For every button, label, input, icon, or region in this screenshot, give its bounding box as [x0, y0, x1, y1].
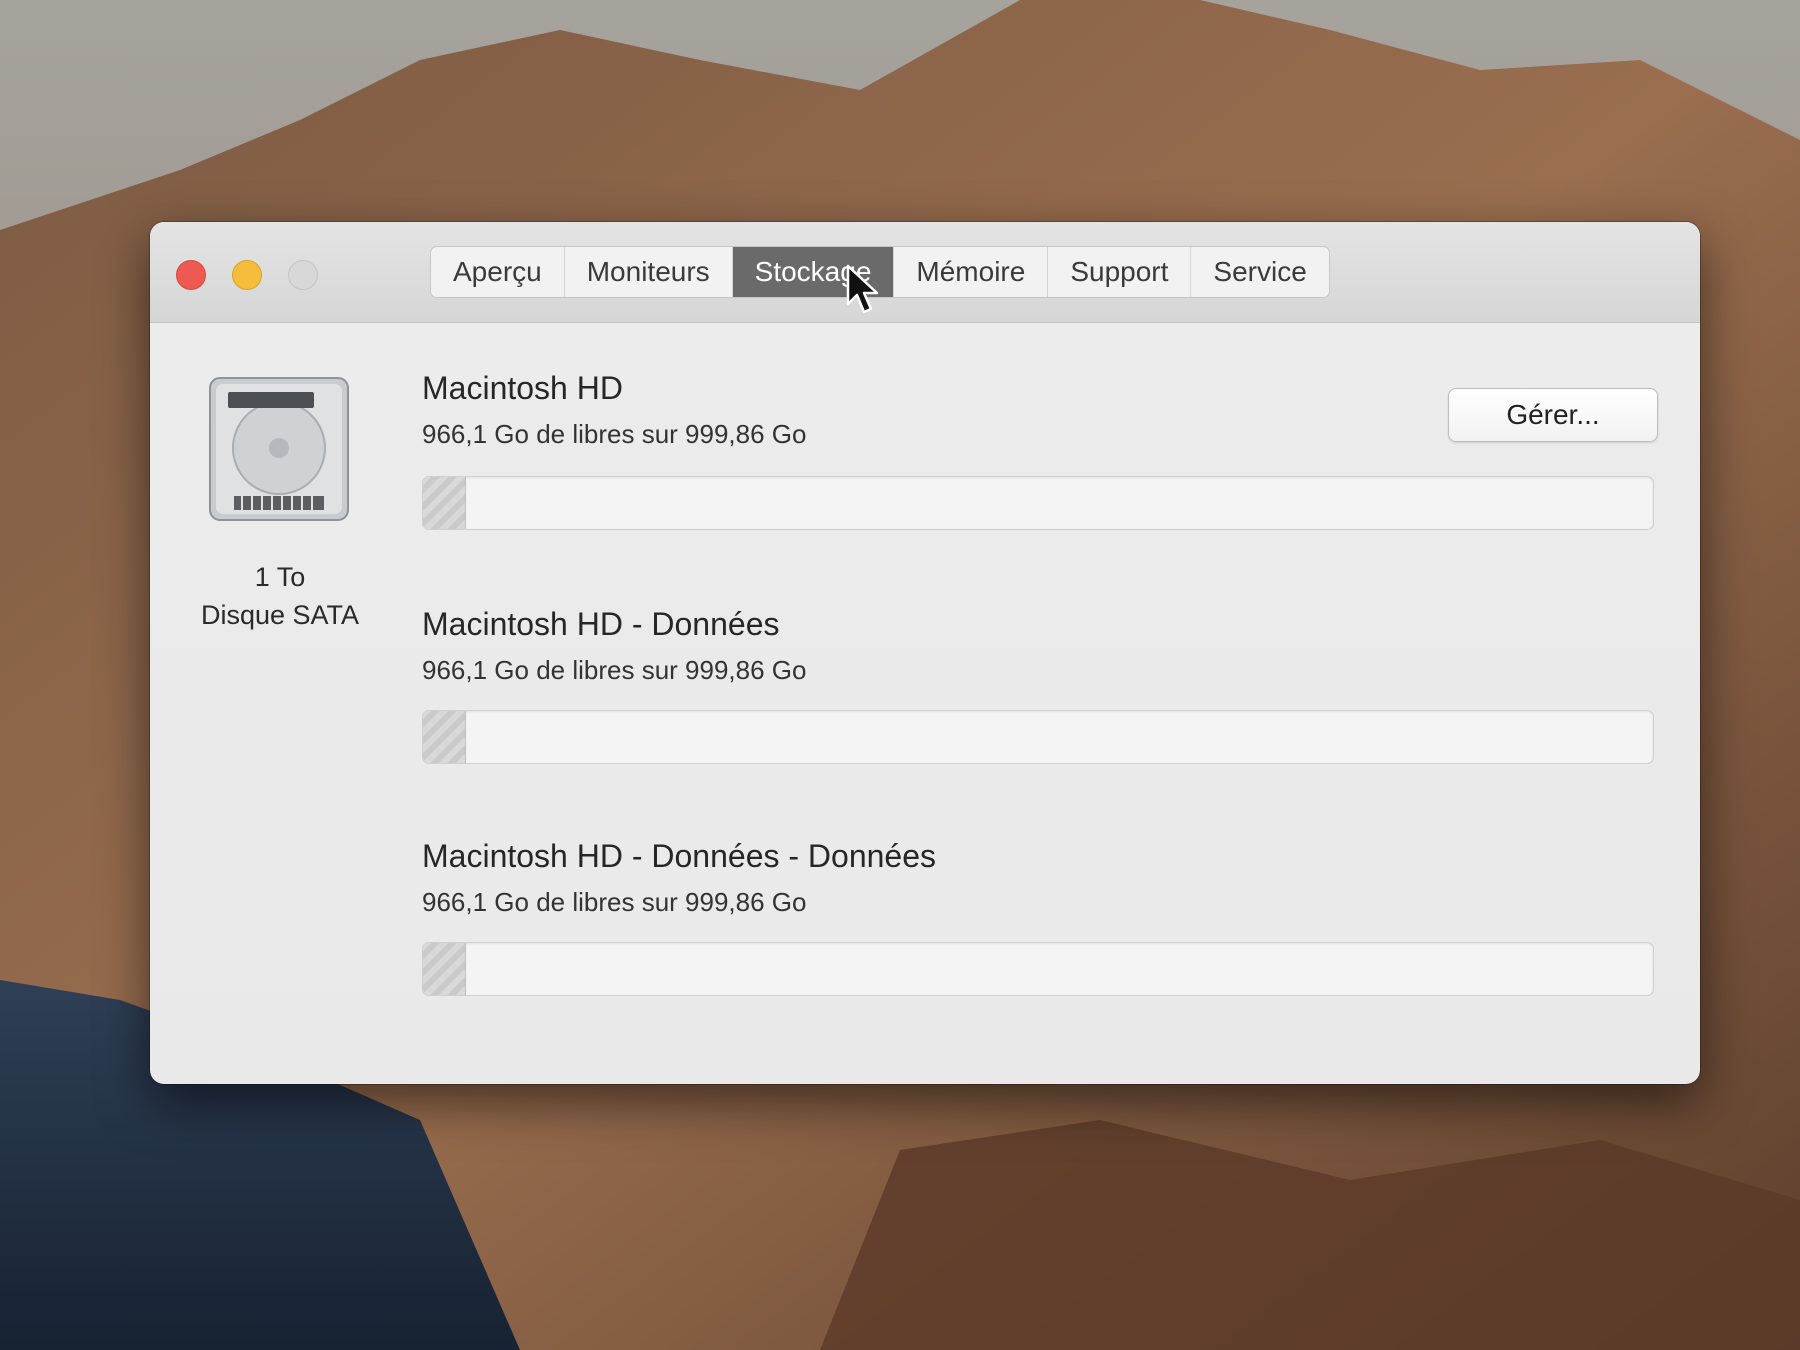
tab-apercu[interactable]: Aperçu	[431, 247, 565, 297]
tab-service[interactable]: Service	[1191, 247, 1328, 297]
volume-name: Macintosh HD	[422, 370, 623, 406]
hard-drive-icon	[206, 374, 352, 524]
tab-memoire[interactable]: Mémoire	[894, 247, 1049, 297]
tab-support[interactable]: Support	[1048, 247, 1192, 297]
volume-name: Macintosh HD - Données - Données	[422, 838, 937, 874]
system-info-window: Aperçu Moniteurs Stockage Mémoire Suppor…	[150, 222, 1700, 1084]
volume-macintosh-hd: Macintosh HD 966,1 Go de libres sur 999,…	[422, 370, 1654, 530]
storage-used-fill	[423, 943, 466, 995]
storage-usage-bar	[422, 942, 1654, 996]
arrow-cursor-icon	[846, 264, 882, 316]
tab-moniteurs[interactable]: Moniteurs	[565, 247, 733, 297]
volume-macintosh-hd-donnees-donnees: Macintosh HD - Données - Données 966,1 G…	[422, 838, 1654, 996]
zoom-window-button	[288, 260, 318, 290]
storage-used-fill	[423, 711, 466, 763]
disk-type-label: Disque SATA	[200, 600, 360, 630]
volume-free-space: 966,1 Go de libres sur 999,86 Go	[422, 887, 807, 917]
volume-name: Macintosh HD - Données	[422, 606, 780, 642]
disk-capacity-label: 1 To	[254, 562, 306, 592]
storage-usage-bar	[422, 710, 1654, 764]
storage-usage-bar	[422, 476, 1654, 530]
storage-used-fill	[423, 477, 466, 529]
volume-free-space: 966,1 Go de libres sur 999,86 Go	[422, 655, 807, 685]
minimize-window-button[interactable]	[232, 260, 262, 290]
volume-free-space: 966,1 Go de libres sur 999,86 Go	[422, 419, 807, 449]
close-window-button[interactable]	[176, 260, 206, 290]
volume-macintosh-hd-donnees: Macintosh HD - Données 966,1 Go de libre…	[422, 606, 1654, 764]
title-bar: Aperçu Moniteurs Stockage Mémoire Suppor…	[150, 222, 1700, 323]
